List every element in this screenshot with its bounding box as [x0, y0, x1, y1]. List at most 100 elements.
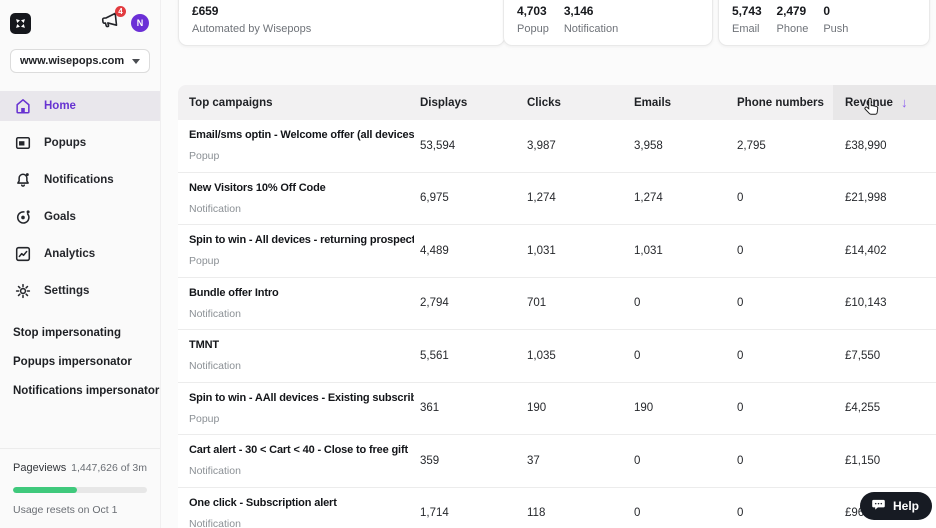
campaign-name: New Visitors 10% Off Code: [189, 181, 326, 194]
displays-value: 361: [420, 402, 440, 415]
clicks-value: 37: [527, 454, 540, 467]
emails-value: 190: [634, 402, 654, 415]
campaign-type: Popup: [189, 412, 220, 425]
stat-label: Phone: [776, 23, 809, 35]
analytics-icon: [13, 244, 33, 264]
clicks-value: 190: [527, 402, 547, 415]
notification-count-badge: 4: [115, 6, 126, 17]
column-label: Phone numbers: [737, 96, 824, 109]
help-button-label: Help: [892, 499, 919, 513]
sidebar-item-popups[interactable]: Popups: [0, 128, 160, 158]
stat-label: Email: [732, 23, 760, 35]
campaign-name: Email/sms optin - Welcome offer (all dev…: [189, 129, 414, 142]
column-label: Top campaigns: [189, 96, 273, 109]
emails-value: 0: [634, 454, 641, 467]
summary-card-revenue: £659 Automated by Wisepops: [178, 0, 505, 46]
revenue-value: £21,998: [845, 192, 887, 205]
sidebar-header: 4 N: [0, 0, 160, 35]
column-label: Revenue: [845, 96, 893, 109]
revenue-value: £4,255: [845, 402, 881, 415]
chat-icon: [871, 497, 886, 515]
card-stat: 2,479 Phone: [777, 4, 809, 45]
sidebar-link-stop-impersonating[interactable]: Stop impersonating: [0, 318, 160, 347]
emails-value: 1,274: [634, 192, 663, 205]
avatar[interactable]: N: [131, 14, 149, 32]
summary-card-displays: 4,703 Popup 3,146 Notification: [503, 0, 713, 46]
top-campaigns-table: Top campaigns Displays Clicks Emails Phone n…: [178, 85, 936, 528]
column-header-phone-numbers[interactable]: Phone numbers: [737, 85, 845, 120]
campaign-type: Notification: [189, 465, 241, 478]
sidebar-item-label: Goals: [44, 211, 76, 223]
notifications-icon: [13, 170, 33, 190]
sidebar-item-analytics[interactable]: Analytics: [0, 239, 160, 269]
table-row[interactable]: New Visitors 10% Off Code Notification 6…: [178, 172, 936, 225]
campaign-name: TMNT: [189, 339, 219, 352]
sidebar-nav: Home Popups Notifications Goals Analytic…: [0, 91, 160, 306]
column-header-top-campaigns[interactable]: Top campaigns: [178, 85, 420, 120]
displays-value: 2,794: [420, 297, 449, 310]
wisepops-logo[interactable]: [10, 12, 31, 34]
table-row[interactable]: Spin to win - AAll devices - Existing su…: [178, 382, 936, 435]
stat-label: Notification: [563, 23, 619, 35]
card-stat: £659 Automated by Wisepops: [192, 4, 311, 45]
table-row[interactable]: One click - Subscription alert Notificat…: [178, 487, 936, 528]
card-stat: 4,703 Popup: [517, 4, 549, 45]
site-selector-value: www.wisepops.com: [20, 55, 125, 67]
table-row[interactable]: TMNT Notification 5,561 1,035 0 0 £7,550: [178, 330, 936, 383]
announcements-button[interactable]: 4: [100, 6, 126, 35]
revenue-value: £10,143: [845, 297, 887, 310]
phone-numbers-value: 0: [737, 349, 744, 362]
displays-value: 1,714: [420, 507, 449, 520]
sidebar-item-notifications[interactable]: Notifications: [0, 165, 160, 195]
phone-numbers-value: 0: [737, 402, 744, 415]
campaign-name: Bundle offer Intro: [189, 286, 279, 299]
column-header-revenue[interactable]: Revenue ↓: [833, 85, 936, 120]
column-header-emails[interactable]: Emails: [634, 85, 737, 120]
sidebar-item-goals[interactable]: Goals: [0, 202, 160, 232]
stat-value: 0: [823, 4, 830, 18]
sidebar-link-popups-impersonator[interactable]: Popups impersonator: [0, 347, 160, 376]
stat-label: Push: [823, 23, 849, 35]
revenue-value: £14,402: [845, 244, 887, 257]
stat-label: Automated by Wisepops: [192, 23, 312, 35]
clicks-value: 118: [527, 507, 546, 520]
card-stat: 5,743 Email: [732, 4, 762, 45]
emails-value: 0: [634, 507, 641, 520]
displays-value: 53,594: [420, 139, 456, 152]
table-row[interactable]: Email/sms optin - Welcome offer (all dev…: [178, 120, 936, 173]
campaign-type: Notification: [189, 360, 241, 373]
stat-value: 5,743: [732, 4, 762, 18]
card-stat: 0 Push: [823, 4, 848, 45]
sidebar-item-settings[interactable]: Settings: [0, 276, 160, 306]
site-selector-dropdown[interactable]: www.wisepops.com: [10, 49, 150, 73]
table-row[interactable]: Cart alert - 30 < Cart < 40 - Close to f…: [178, 435, 936, 488]
table-row[interactable]: Spin to win - All devices - returning pr…: [178, 225, 936, 278]
campaign-name: Spin to win - All devices - returning pr…: [189, 234, 414, 247]
stat-value: 2,479: [776, 4, 807, 18]
sidebar-item-home[interactable]: Home: [0, 91, 160, 121]
column-header-displays[interactable]: Displays: [420, 85, 527, 120]
column-header-clicks[interactable]: Clicks: [527, 85, 634, 120]
stat-label: Popup: [517, 23, 549, 35]
displays-value: 5,561: [420, 349, 449, 362]
campaign-type: Notification: [189, 307, 241, 320]
stat-value: 4,703: [517, 4, 547, 18]
column-label: Displays: [420, 96, 468, 109]
sidebar: 4 N www.wisepops.com Home Popups Notific…: [0, 0, 161, 528]
table-row[interactable]: Bundle offer Intro Notification 2,794 70…: [178, 277, 936, 330]
clicks-value: 3,987: [527, 139, 556, 152]
stat-value: £659: [192, 4, 219, 18]
home-icon: [13, 96, 33, 116]
sidebar-item-label: Analytics: [44, 248, 96, 260]
usage-label: Pageviews: [13, 462, 67, 474]
column-label: Clicks: [527, 96, 561, 109]
campaign-name: One click - Subscription alert: [189, 496, 337, 509]
sidebar-item-label: Notifications: [44, 174, 114, 186]
help-button[interactable]: Help: [859, 492, 932, 520]
chevron-down-icon: [132, 58, 140, 64]
card-stat: 3,146 Notification: [564, 4, 618, 45]
displays-value: 4,489: [420, 244, 449, 257]
sidebar-item-label: Settings: [44, 285, 90, 297]
sidebar-link-notifications-impersonator[interactable]: Notifications impersonator: [0, 376, 160, 405]
displays-value: 359: [420, 454, 440, 467]
